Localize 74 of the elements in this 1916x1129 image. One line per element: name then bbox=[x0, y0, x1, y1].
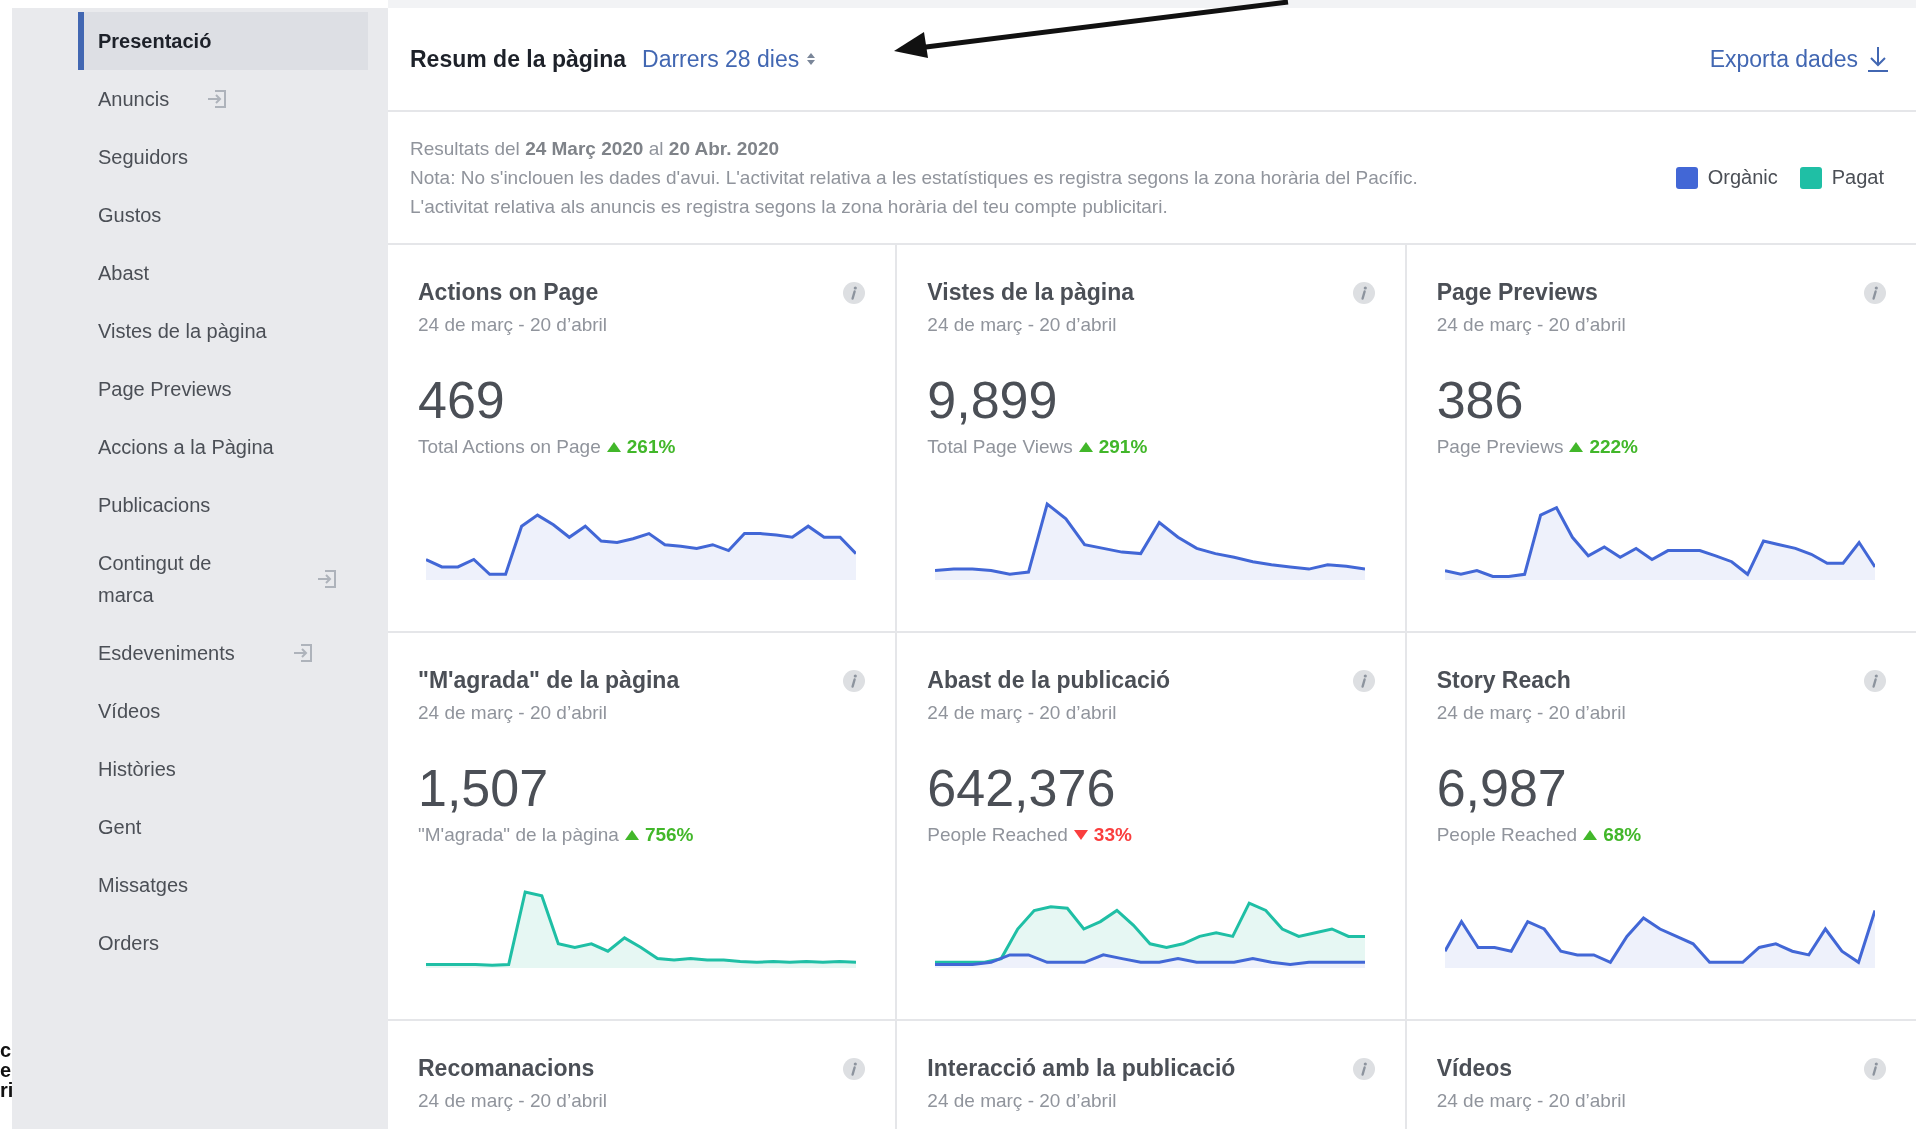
sidebar-item[interactable]: Seguidors bbox=[78, 128, 368, 186]
export-button[interactable]: Exporta dades bbox=[1709, 45, 1890, 73]
date-range: 24 de març - 20 d’abril bbox=[927, 1090, 1118, 1112]
download-icon bbox=[1866, 45, 1890, 73]
card-title: "M'agrada" de la pàgina bbox=[418, 667, 680, 694]
date-range: 24 de març - 20 d’abril bbox=[927, 702, 1118, 724]
sidebar-item[interactable]: Page Previews bbox=[78, 360, 368, 418]
info-icon[interactable] bbox=[1352, 281, 1375, 304]
cropped-text: e bbox=[0, 1060, 13, 1080]
info-icon[interactable] bbox=[1864, 281, 1886, 304]
change-percent: 222% bbox=[1589, 436, 1638, 458]
sort-icon bbox=[807, 53, 816, 65]
metric-value: 386 bbox=[1436, 370, 1525, 430]
card-title: Page Previews bbox=[1436, 279, 1598, 306]
metric-value: 9,899 bbox=[927, 370, 1059, 430]
change-percent: 68% bbox=[1603, 824, 1642, 846]
info-icon[interactable] bbox=[843, 669, 866, 692]
metric-value: 469 bbox=[418, 370, 506, 430]
info-icon[interactable] bbox=[843, 281, 866, 304]
info-icon[interactable] bbox=[843, 1057, 866, 1080]
metric-caption: Total Actions on Page bbox=[418, 436, 601, 458]
legend-label: Orgànic bbox=[1707, 166, 1778, 189]
date-range: 24 de març - 20 d’abril bbox=[418, 314, 609, 336]
sidebar-item[interactable]: Anuncis bbox=[78, 70, 368, 128]
card-title: Actions on Page bbox=[418, 279, 599, 306]
metric-value: 1,507 bbox=[418, 758, 550, 818]
date-range: 24 de març - 20 d’abril bbox=[418, 702, 609, 724]
card-title: Vídeos bbox=[1436, 1055, 1513, 1082]
date-range: 24 de març - 20 d’abril bbox=[927, 314, 1118, 336]
change-percent: 33% bbox=[1093, 824, 1132, 846]
change-percent: 756% bbox=[644, 824, 694, 846]
metric-value: 6,987 bbox=[1436, 758, 1568, 818]
note-text: Nota: No s'inclouen les dades d'avui. L'activitat relativa a les estatístiques es registra segons la zona horària del Pacífic. bbox=[410, 166, 1419, 190]
legend-label: Pagat bbox=[1831, 166, 1884, 189]
sidebar-item[interactable]: Gent bbox=[78, 798, 368, 856]
date-range-text: Resultats del 24 Març 2020 al 20 Abr. 2020 bbox=[410, 137, 781, 161]
sidebar-item[interactable]: Accions a la Pàgina bbox=[78, 418, 368, 476]
info-icon[interactable] bbox=[1352, 669, 1375, 692]
metric-value: 642,376 bbox=[927, 758, 1117, 818]
metric-caption: Page Previews bbox=[1436, 436, 1564, 458]
card-title: Interacció amb la publicació bbox=[927, 1055, 1236, 1082]
info-icon[interactable] bbox=[1864, 1057, 1886, 1080]
sidebar-item[interactable]: Gustos bbox=[78, 186, 368, 244]
metric-caption: People Reached bbox=[927, 824, 1068, 846]
metric-caption: Total Page Views bbox=[927, 436, 1073, 458]
change-percent: 291% bbox=[1098, 436, 1148, 458]
note-text: L'activitat relativa als anuncis es registra segons la zona horària del teu compte publicitari. bbox=[410, 195, 1169, 219]
sidebar-item[interactable]: Orders bbox=[78, 914, 368, 972]
info-icon[interactable] bbox=[1352, 1057, 1375, 1080]
sidebar-item[interactable]: Històries bbox=[78, 740, 368, 798]
cropped-text: ri bbox=[0, 1080, 14, 1100]
sidebar-item[interactable]: Presentació bbox=[78, 12, 368, 70]
card-title: Abast de la publicació bbox=[927, 667, 1171, 694]
sidebar-item[interactable]: Esdeveniments bbox=[78, 624, 368, 682]
info-icon[interactable] bbox=[1864, 669, 1886, 692]
sidebar-item[interactable]: Vídeos bbox=[78, 682, 368, 740]
metric-caption: People Reached bbox=[1436, 824, 1578, 846]
date-range: 24 de març - 20 d’abril bbox=[1436, 1090, 1627, 1112]
metric-caption: "M'agrada" de la pàgina bbox=[418, 824, 619, 846]
card-title: Vistes de la pàgina bbox=[927, 279, 1134, 306]
period-dropdown[interactable]: Darrers 28 dies bbox=[642, 45, 816, 73]
cropped-text: c bbox=[0, 1040, 13, 1060]
sidebar-item[interactable]: Missatges bbox=[78, 856, 368, 914]
page-title: Resum de la pàgina bbox=[410, 45, 626, 73]
date-range: 24 de març - 20 d’abril bbox=[418, 1090, 609, 1112]
sidebar-item[interactable]: Abast bbox=[78, 244, 368, 302]
sidebar-item[interactable]: Publicacions bbox=[78, 476, 368, 534]
date-range: 24 de març - 20 d’abril bbox=[1436, 702, 1627, 724]
date-range: 24 de març - 20 d’abril bbox=[1436, 314, 1627, 336]
sidebar-item[interactable]: Contingut de marca bbox=[78, 534, 368, 624]
sidebar-item[interactable]: Vistes de la pàgina bbox=[78, 302, 368, 360]
change-percent: 261% bbox=[626, 436, 676, 458]
card-title: Story Reach bbox=[1436, 667, 1571, 694]
card-title: Recomanacions bbox=[418, 1055, 595, 1082]
